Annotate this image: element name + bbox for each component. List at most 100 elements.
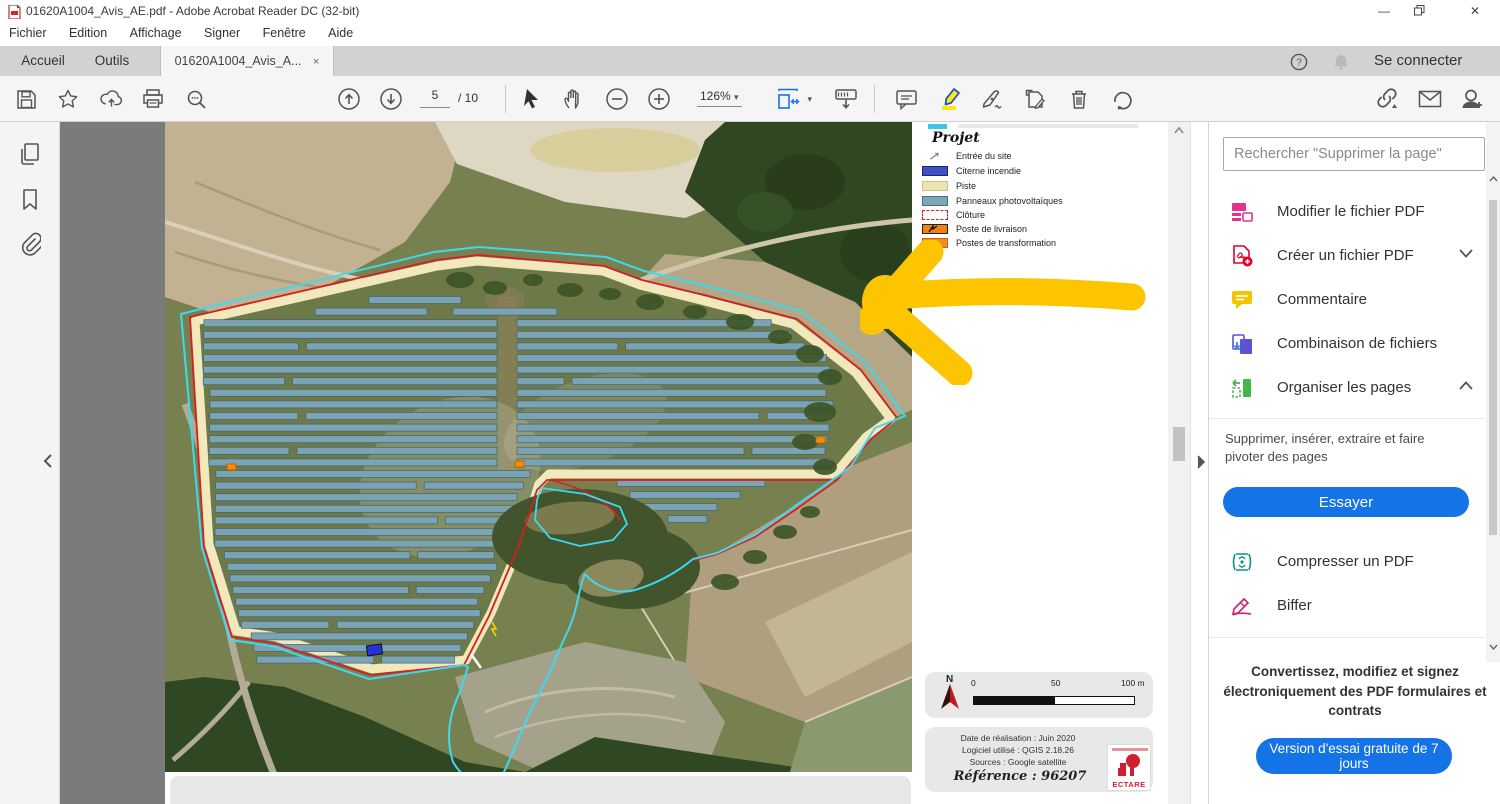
map-info-box: Date de réalisation : Juin 2020 Logiciel… [925, 727, 1153, 792]
print-button[interactable] [137, 83, 169, 115]
next-page-button[interactable] [375, 83, 407, 115]
zoom-level-select[interactable]: 126% ▾ [697, 88, 742, 107]
scroll-up-icon[interactable] [1174, 127, 1184, 134]
comment-tool-button[interactable] [890, 83, 922, 115]
menu-affichage[interactable]: Affichage [121, 22, 191, 44]
tool-organiser-pages[interactable]: Organiser les pages [1223, 372, 1479, 404]
star-favorites-button[interactable] [52, 83, 84, 115]
compress-pdf-icon [1232, 553, 1252, 571]
hand-icon [564, 89, 579, 109]
satellite-map [165, 122, 912, 772]
share-link-button[interactable] [1372, 83, 1404, 115]
tab-document[interactable]: 01620A1004_Avis_A... × [160, 46, 334, 76]
delete-page-button[interactable] [1063, 83, 1095, 115]
scale-tick-50: 50 [1051, 678, 1061, 688]
trial-button[interactable]: Version d'essai gratuite de 7 jours [1256, 738, 1452, 774]
bookmarks-button[interactable] [14, 184, 46, 216]
panel-scroll-down-icon[interactable] [1489, 644, 1498, 650]
hand-tool-button[interactable] [557, 83, 589, 115]
collapse-left-panel-icon[interactable] [42, 453, 54, 469]
attachments-button[interactable] [14, 228, 46, 260]
highlighter-icon [941, 88, 960, 110]
tool-modifier-pdf[interactable]: Modifier le fichier PDF [1223, 196, 1479, 228]
tab-outils[interactable]: Outils [84, 46, 140, 76]
help-icon[interactable]: ? [1290, 53, 1308, 71]
menu-bar: Fichier Edition Affichage Signer Fenêtre… [0, 22, 1500, 46]
tool-commentaire[interactable]: Commentaire [1223, 284, 1479, 316]
page-number-input[interactable]: 5 [420, 88, 450, 108]
acrobat-window: 01620A1004_Avis_AE.pdf - Adobe Acrobat R… [0, 0, 1500, 804]
scrolling-mode-button[interactable] [830, 83, 862, 115]
tool-compresser[interactable]: Compresser un PDF [1223, 546, 1479, 578]
transformer-marker [514, 460, 525, 468]
try-button[interactable]: Essayer [1223, 487, 1469, 517]
svg-text:?: ? [1296, 58, 1302, 69]
share-upload-button[interactable] [95, 83, 127, 115]
zoom-in-button[interactable] [643, 83, 675, 115]
page-down-icon [380, 88, 402, 110]
legend-partial-swatch [928, 124, 947, 129]
tool-combinaison[interactable]: Combinaison de fichiers [1223, 328, 1479, 360]
document-view: Projet Entrée du site Citerne incendie P… [60, 122, 1190, 804]
print-icon [143, 89, 163, 108]
rotate-page-button[interactable] [1106, 83, 1138, 115]
previous-page-button[interactable] [333, 83, 365, 115]
tab-close-icon[interactable]: × [313, 56, 319, 68]
tools-search-input[interactable] [1223, 137, 1485, 171]
panel-scrollbar[interactable] [1486, 122, 1500, 662]
scrollbar-thumb[interactable] [1173, 427, 1185, 461]
sign-in-button[interactable]: Se connecter [1374, 46, 1484, 76]
panneaux-swatch [922, 196, 948, 206]
panel-scrollbar-thumb[interactable] [1489, 200, 1497, 535]
map-caption-banner [170, 776, 911, 804]
minimize-button[interactable]: — [1369, 0, 1399, 22]
notification-bell-icon[interactable] [1332, 53, 1350, 71]
fit-width-button[interactable]: ▾ [772, 83, 812, 115]
save-button[interactable] [10, 83, 42, 115]
page-total-label: / 10 [458, 91, 479, 105]
legend-title: Projet [932, 130, 980, 146]
expand-right-panel-icon[interactable] [1195, 454, 1207, 470]
email-button[interactable] [1414, 83, 1446, 115]
plus-circle-icon [648, 88, 670, 110]
comment-icon [895, 89, 917, 110]
collapse-right-panel-strip [1190, 122, 1208, 804]
more-tools-button[interactable] [1020, 83, 1052, 115]
highlight-tool-button[interactable] [934, 83, 966, 115]
close-button[interactable]: ✕ [1460, 0, 1490, 22]
promo-text: Convertissez, modifiez et signez électro… [1223, 664, 1487, 719]
add-account-button[interactable] [1456, 83, 1488, 115]
find-button[interactable] [180, 83, 212, 115]
chevron-down-icon [1459, 249, 1473, 258]
menu-fichier[interactable]: Fichier [0, 22, 56, 44]
title-bar: 01620A1004_Avis_AE.pdf - Adobe Acrobat R… [0, 0, 1500, 22]
display-scroll-icon [835, 89, 857, 109]
document-scrollbar[interactable] [1168, 122, 1190, 804]
citerne-swatch [922, 166, 948, 176]
menu-signer[interactable]: Signer [195, 22, 249, 44]
tool-creer-pdf[interactable]: Créer un fichier PDF [1223, 240, 1479, 272]
organize-pages-icon [1232, 379, 1251, 398]
select-tool-button[interactable] [516, 83, 548, 115]
scale-tick-100: 100 m [1121, 678, 1145, 688]
chevron-up-icon [1459, 381, 1473, 390]
minus-circle-icon [606, 88, 628, 110]
menu-edition[interactable]: Edition [60, 22, 116, 44]
pdf-file-icon [8, 5, 21, 19]
tool-biffer[interactable]: Biffer [1223, 590, 1479, 622]
save-icon [16, 89, 36, 109]
water-tank-marker [365, 643, 384, 657]
tab-strip: Accueil Outils 01620A1004_Avis_A... × ? … [0, 46, 1500, 76]
page-edit-icon [1025, 89, 1045, 109]
panel-scroll-up-icon[interactable] [1489, 176, 1498, 182]
tab-accueil[interactable]: Accueil [10, 46, 76, 76]
zoom-out-button[interactable] [601, 83, 633, 115]
restore-button[interactable] [1414, 0, 1444, 22]
menu-fenetre[interactable]: Fenêtre [254, 22, 315, 44]
menu-aide[interactable]: Aide [319, 22, 362, 44]
piste-swatch [922, 181, 948, 191]
sign-tool-button[interactable] [977, 83, 1009, 115]
page-thumbnails-button[interactable] [14, 138, 46, 170]
info-reference: Référence : 96207 [953, 769, 1087, 784]
scale-bar-white [1054, 696, 1135, 705]
